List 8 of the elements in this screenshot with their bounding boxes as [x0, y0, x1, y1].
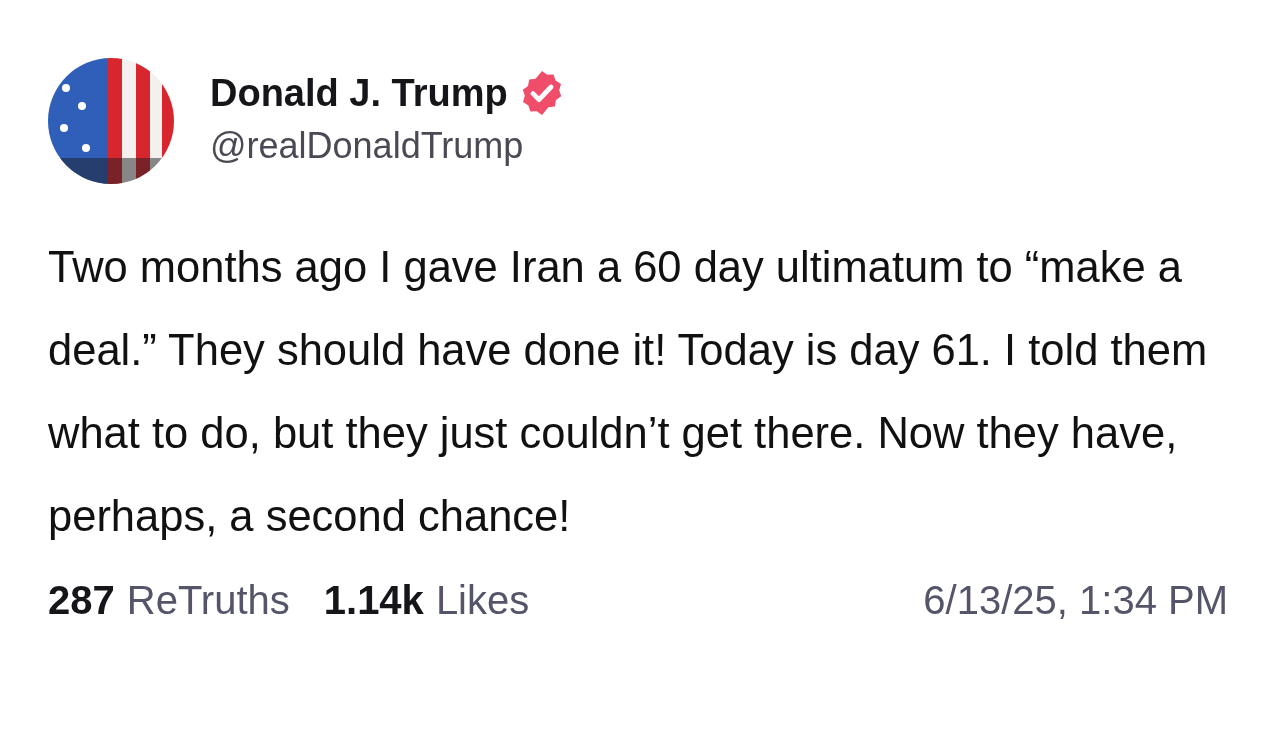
stat-count: 287 [48, 578, 115, 623]
stat-count: 1.14k [323, 578, 424, 623]
post-timestamp: 6/13/25, 1:34 PM [923, 578, 1228, 623]
stat-label[interactable]: ReTruths [126, 578, 290, 623]
author-name[interactable]: Donald J. Trump [210, 71, 508, 115]
stat-label[interactable]: Likes [435, 578, 530, 623]
author-handle[interactable]: @realDonaldTrump [210, 125, 566, 167]
post-text: Two months ago I gave Iran a 60 day ultimatum to “make a deal.” They should have done it! Today is day 61. I told them what to do, but they just couldn’t get there. Now they have, perhaps, a second chance! [48, 242, 1209, 542]
